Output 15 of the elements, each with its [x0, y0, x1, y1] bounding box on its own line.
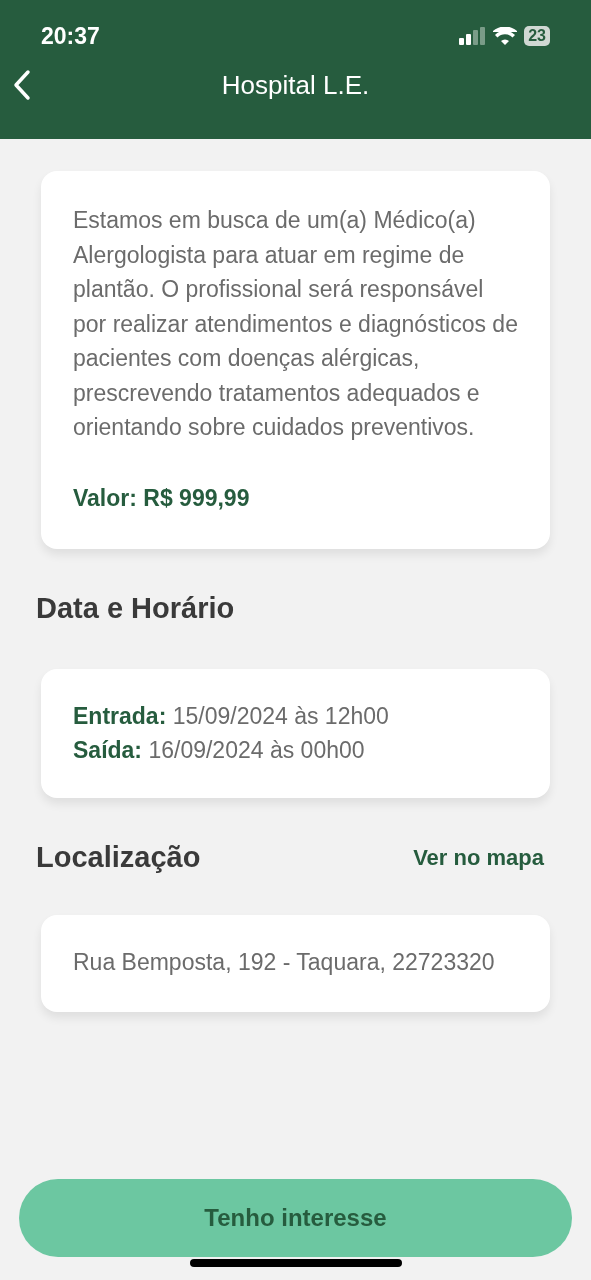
page-title: Hospital L.E. [221, 68, 370, 102]
schedule-row-text: Saída: 16/09/2024 às 00h00 [73, 736, 366, 765]
location-heading: Localização [36, 839, 201, 875]
map-link[interactable]: Ver no mapa [413, 840, 544, 874]
battery-icon: 23 [524, 26, 550, 46]
job-description: Estamos em busca de um(a) Médico(a) Alergologista para atuar em regime de plantão. O profissional será responsável por realizar atendimentos e diagnósticos de pacientes com doenças alérgicas, prescrevendo tratamentos adequados e orientando sobre cuidados preventivos. [73, 206, 518, 442]
address-text: Rua Bemposta, 192 - Taquara, 22723320 [73, 948, 496, 977]
schedule-heading: Data e Horário [36, 591, 236, 626]
wifi-icon [493, 27, 518, 45]
schedule-row-text: Entrada: 15/09/2024 às 12h00 [73, 701, 390, 731]
status-time: 20:37 [41, 21, 100, 51]
price-text: Valor: R$ 999,99 [73, 483, 251, 513]
interest-button[interactable]: Tenho interesse [19, 1179, 572, 1257]
back-icon[interactable] [12, 69, 32, 101]
signal-icon [459, 27, 487, 45]
